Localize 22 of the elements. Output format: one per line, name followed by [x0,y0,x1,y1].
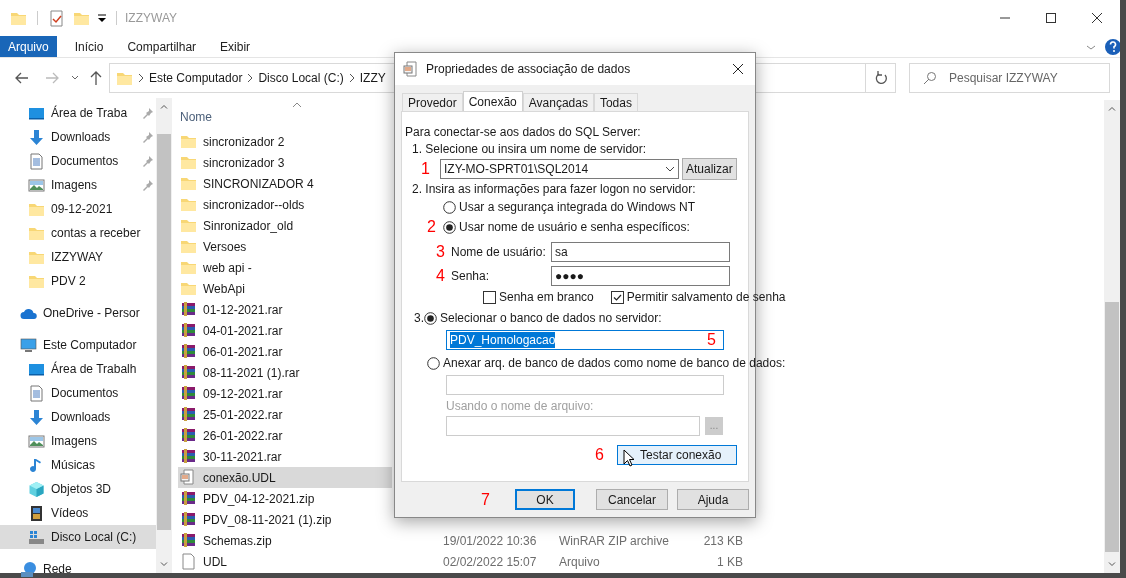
annotation-number: 4 [435,267,446,284]
checkbox-label: Senha em branco [499,289,594,305]
radio-label: Anexar arq. de banco de dados como nome de banco de dados: [443,355,786,371]
instruction-text: 1. Selecione ou insira um nome de servidor: [412,141,648,157]
annotation-number: 6 [595,447,605,463]
radio-label: Selecionar o banco de dados no servidor: [440,310,662,326]
annotation-number: 2 [426,219,437,235]
annotation-number: 3 [435,243,446,260]
annotation-number: 1 [420,161,431,177]
annotation-number: 7 [481,491,491,508]
field-label: Nome de usuário: [451,243,547,260]
radio-label: Usar a segurança integrada do Windows NT [459,199,696,215]
window-title: IZZYWAY [125,10,177,27]
instruction-text: Para conectar-se aos dados do SQL Server: [405,124,642,140]
field-label: Senha: [451,267,491,284]
dialog-title: Propriedades de associação de dados [426,61,632,78]
annotation-number: 5 [707,332,716,348]
step-number: 3. [414,310,424,326]
instruction-text: 2. Insira as informações para fazer logon no servidor: [412,181,697,197]
checkbox-label: Permitir salvamento de senha [626,289,786,305]
radio-label: Usar nome de usuário e senha específicos: [459,219,690,235]
field-label: Usando o nome de arquivo: [446,398,595,414]
